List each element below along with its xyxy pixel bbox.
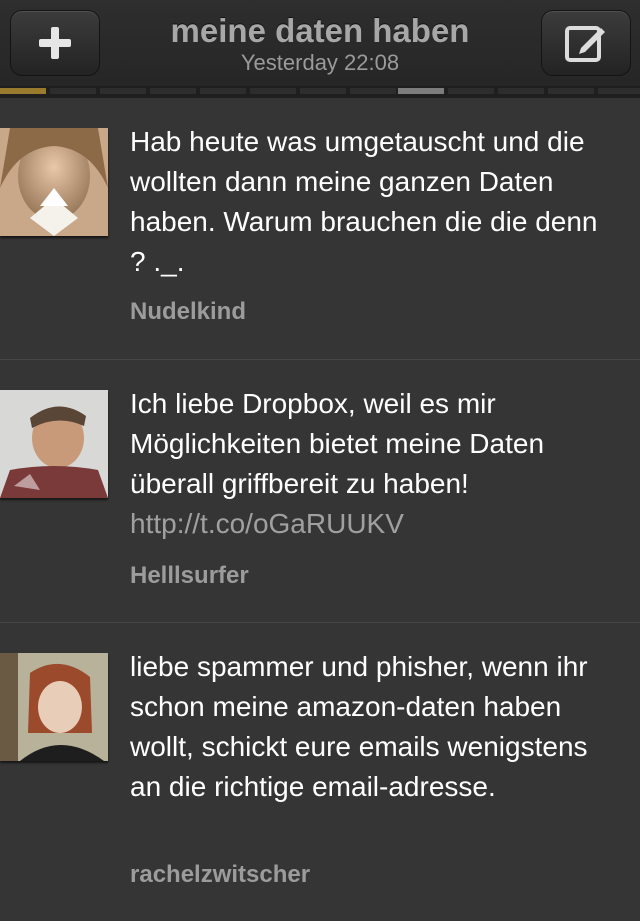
add-button[interactable] [10,10,100,76]
page-dot-active [398,88,444,94]
page-dot [100,88,146,94]
page-dot [250,88,296,94]
page-dot [498,88,544,94]
page-subtitle: Yesterday 22:08 [240,50,400,75]
tweet-body: liebe spammer und phisher, wenn ihr scho… [130,651,588,802]
page-dot [300,88,346,94]
tweet-link[interactable]: http://t.co/oGaRUUKV [130,508,404,539]
avatar-image [0,128,108,236]
top-bar: meine daten haben Yesterday 22:08 [0,0,640,87]
tweet-body: Ich liebe Dropbox, weil es mir Möglichke… [130,388,545,499]
page-dot [448,88,494,94]
tweet-username[interactable]: rachelzwitscher [130,861,310,889]
avatar-image [0,653,108,761]
avatar[interactable] [0,128,108,236]
avatar-image [0,390,108,498]
avatar[interactable] [0,653,108,761]
page-dot [350,88,396,94]
tweet-item[interactable]: liebe spammer und phisher, wenn ihr scho… [0,622,640,921]
compose-button[interactable] [541,10,631,76]
page-dot [200,88,246,94]
tweet-username[interactable]: Helllsurfer [130,562,249,590]
tweet-text: Hab heute was umgetauscht und die wollte… [130,122,620,282]
compose-icon [565,26,605,62]
tweet-username[interactable]: Nudelkind [130,298,246,326]
tweet-item[interactable]: Ich liebe Dropbox, weil es mir Möglichke… [0,359,640,622]
page-dot [0,88,46,94]
page-dot [150,88,196,94]
plus-icon [39,27,71,59]
page-dot [50,88,96,94]
page-title: meine daten haben [170,12,470,49]
tweet-item[interactable]: Hab heute was umgetauscht und die wollte… [0,98,640,358]
tweet-text: Ich liebe Dropbox, weil es mir Möglichke… [130,384,620,544]
page-dot [548,88,594,94]
page-dot [598,88,640,94]
page-indicator [0,86,640,98]
tweet-body: Hab heute was umgetauscht und die wollte… [130,126,598,277]
tweet-text: liebe spammer und phisher, wenn ihr scho… [130,647,620,807]
avatar[interactable] [0,390,108,498]
